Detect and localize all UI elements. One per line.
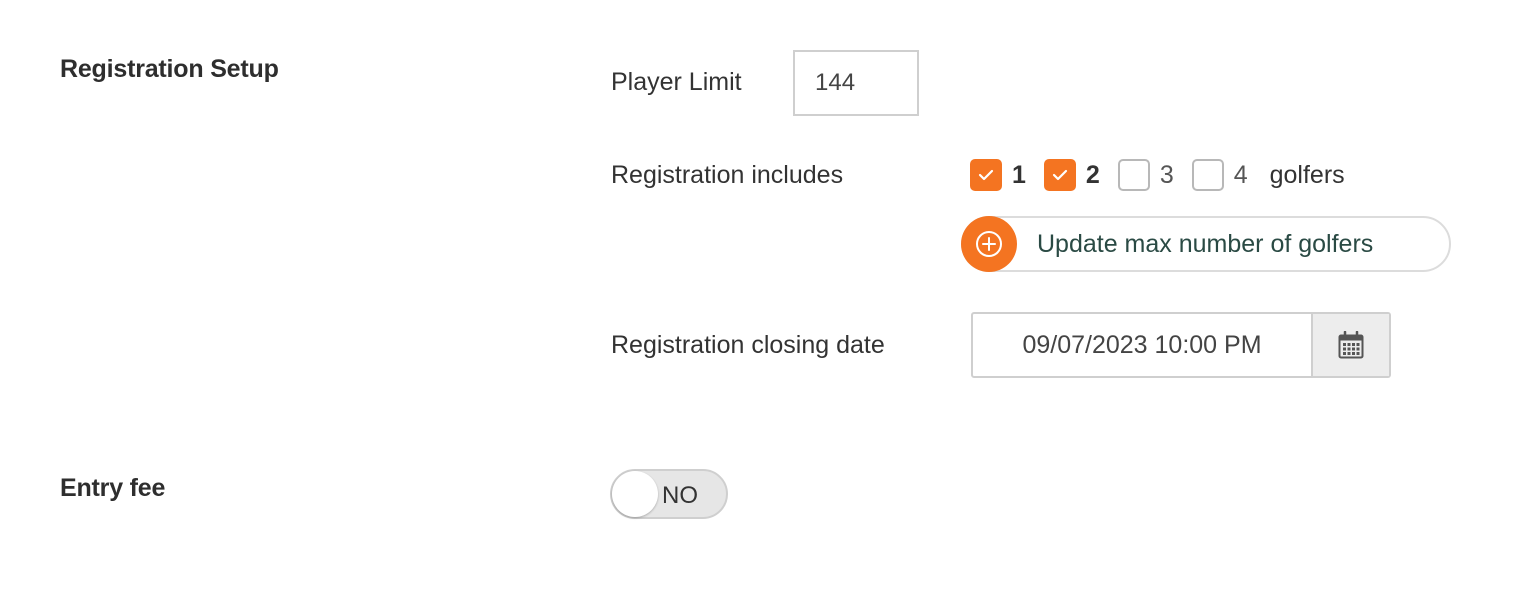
golfer-3-label: 3 [1159,160,1174,189]
golfer-2-label: 2 [1085,160,1100,189]
entry-fee-toggle[interactable]: NO [610,469,728,519]
closing-date-input[interactable]: 09/07/2023 10:00 PM [973,314,1311,376]
calendar-icon [1338,331,1364,359]
golfer-option-4[interactable]: 4 [1191,159,1248,191]
golfer-1-checkbox[interactable] [970,159,1002,191]
check-icon [1052,169,1068,181]
plus-circle-icon [961,216,1017,272]
registration-includes-label: Registration includes [611,161,844,189]
golfer-4-label: 4 [1233,160,1248,189]
toggle-state-label: NO [662,482,698,509]
golfer-2-checkbox[interactable] [1043,159,1076,191]
entry-fee-title: Entry fee [60,474,166,502]
golfer-1-label: 1 [1012,160,1026,189]
golfer-4-checkbox[interactable] [1191,159,1224,191]
calendar-button[interactable] [1311,314,1389,376]
player-limit-input[interactable] [793,50,919,116]
update-max-golfers-label: Update max number of golfers [1037,229,1374,258]
player-limit-label: Player Limit [611,68,742,96]
golfer-option-2[interactable]: 2 [1043,159,1100,191]
golfer-option-1[interactable]: 1 [970,159,1026,191]
golfer-count-options: 1 2 3 4 golfers [970,158,1345,192]
golfers-suffix: golfers [1269,160,1345,189]
update-max-golfers-button[interactable]: Update max number of golfers [961,216,1451,272]
toggle-knob [612,471,658,517]
registration-setup-title: Registration Setup [60,55,279,83]
closing-date-label: Registration closing date [611,331,885,359]
closing-date-field[interactable]: 09/07/2023 10:00 PM [971,312,1391,378]
check-icon [978,169,994,181]
golfer-3-checkbox[interactable] [1117,159,1150,191]
golfer-option-3[interactable]: 3 [1117,159,1174,191]
